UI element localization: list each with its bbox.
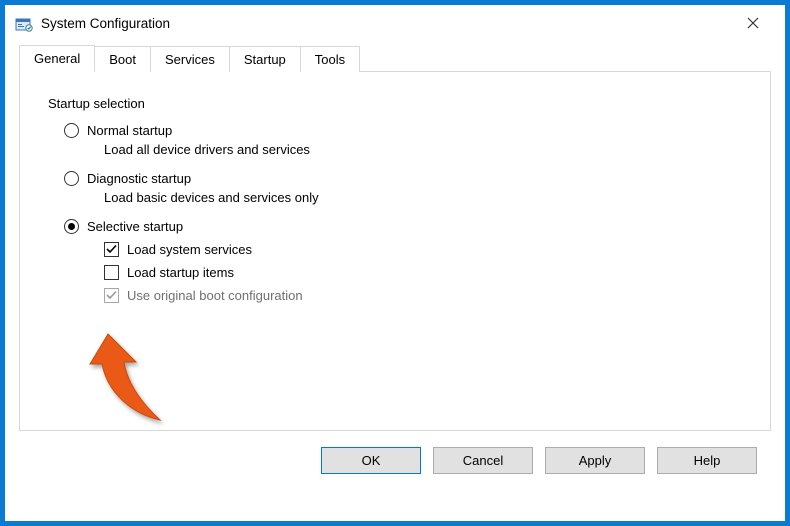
button-label: OK: [362, 453, 381, 468]
checkbox-icon: [104, 288, 119, 303]
button-label: Help: [694, 453, 721, 468]
radio-label: Diagnostic startup: [87, 171, 191, 186]
radio-label: Selective startup: [87, 219, 183, 234]
dialog-body: General Boot Services Startup Tools Star…: [5, 41, 785, 488]
ok-button[interactable]: OK: [321, 447, 421, 474]
radio-icon: [64, 123, 79, 138]
tab-label: Startup: [244, 52, 286, 67]
tabstrip: General Boot Services Startup Tools: [19, 45, 771, 71]
checkbox-load-system-services[interactable]: Load system services: [104, 242, 742, 257]
tab-label: Tools: [315, 52, 345, 67]
checkbox-label: Load system services: [127, 242, 252, 257]
radio-icon: [64, 219, 79, 234]
diagnostic-startup-desc: Load basic devices and services only: [104, 190, 742, 205]
close-button[interactable]: [731, 10, 775, 36]
checkbox-label: Load startup items: [127, 265, 234, 280]
checkbox-label: Use original boot configuration: [127, 288, 303, 303]
checkbox-load-startup-items[interactable]: Load startup items: [104, 265, 742, 280]
tab-startup[interactable]: Startup: [229, 46, 301, 72]
radio-diagnostic-startup[interactable]: Diagnostic startup: [64, 171, 742, 186]
checkbox-icon: [104, 265, 119, 280]
help-button[interactable]: Help: [657, 447, 757, 474]
tab-boot[interactable]: Boot: [94, 46, 151, 72]
window-frame: System Configuration General Boot Servic…: [0, 0, 790, 526]
group-startup-selection: Startup selection: [48, 96, 742, 111]
button-label: Cancel: [463, 453, 503, 468]
tab-label: Services: [165, 52, 215, 67]
apply-button[interactable]: Apply: [545, 447, 645, 474]
checkbox-icon: [104, 242, 119, 257]
tab-tools[interactable]: Tools: [300, 46, 360, 72]
annotation-arrow-icon: [78, 332, 168, 432]
radio-icon: [64, 171, 79, 186]
cancel-button[interactable]: Cancel: [433, 447, 533, 474]
tab-services[interactable]: Services: [150, 46, 230, 72]
radio-selective-startup[interactable]: Selective startup: [64, 219, 742, 234]
normal-startup-desc: Load all device drivers and services: [104, 142, 742, 157]
button-label: Apply: [579, 453, 612, 468]
checkbox-use-original-boot-configuration: Use original boot configuration: [104, 288, 742, 303]
radio-normal-startup[interactable]: Normal startup: [64, 123, 742, 138]
tab-label: Boot: [109, 52, 136, 67]
tab-general[interactable]: General: [19, 45, 95, 72]
dialog-buttons: OK Cancel Apply Help: [19, 431, 771, 474]
titlebar: System Configuration: [5, 5, 785, 41]
tab-label: General: [34, 51, 80, 66]
radio-label: Normal startup: [87, 123, 172, 138]
close-icon: [747, 17, 759, 29]
tabpanel-general: Startup selection Normal startup Load al…: [19, 71, 771, 431]
window-title: System Configuration: [41, 16, 731, 31]
msconfig-icon: [15, 16, 33, 32]
